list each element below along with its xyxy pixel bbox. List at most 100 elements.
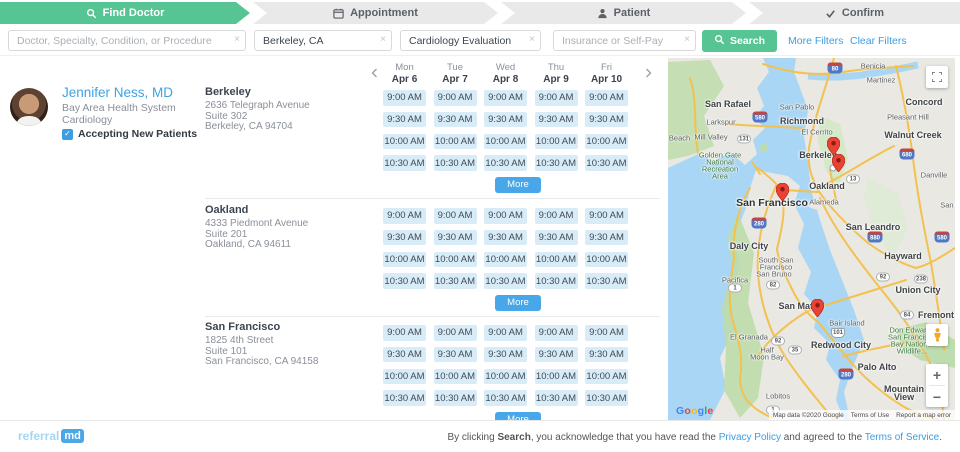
referralmd-logo[interactable]: referral md bbox=[18, 429, 84, 443]
zoom-in-button[interactable]: + bbox=[926, 364, 948, 385]
zoom-out-button[interactable]: − bbox=[926, 386, 948, 407]
time-slot-button[interactable]: 10:00 AM bbox=[585, 134, 628, 150]
time-slot-button[interactable]: 9:30 AM bbox=[434, 230, 477, 246]
time-slot-button[interactable]: 10:30 AM bbox=[434, 273, 477, 289]
disclaimer-text: , you acknowledge that you have read the bbox=[531, 432, 719, 443]
time-slot-button[interactable]: 9:00 AM bbox=[585, 208, 628, 224]
map-pin-4[interactable] bbox=[811, 299, 824, 317]
time-slot-button[interactable]: 10:30 AM bbox=[484, 273, 527, 289]
time-slot-button[interactable]: 10:00 AM bbox=[585, 252, 628, 268]
time-slot-button[interactable]: 9:30 AM bbox=[383, 347, 426, 363]
time-slot-button[interactable]: 9:00 AM bbox=[535, 208, 578, 224]
map-attribution: Map data ©2020 GoogleTerms of UseReport … bbox=[769, 410, 955, 420]
time-slot-button[interactable]: 9:00 AM bbox=[585, 90, 628, 106]
time-slot-button[interactable]: 9:30 AM bbox=[484, 347, 527, 363]
time-slot-button[interactable]: 10:30 AM bbox=[383, 155, 426, 171]
time-slot-button[interactable]: 10:00 AM bbox=[585, 369, 628, 385]
time-slot-button[interactable]: 9:00 AM bbox=[484, 90, 527, 106]
step-appointment[interactable]: Appointment bbox=[253, 2, 498, 24]
time-slot-button[interactable]: 10:30 AM bbox=[535, 390, 578, 406]
procedure-input[interactable] bbox=[400, 30, 541, 51]
time-slot-button[interactable]: 10:30 AM bbox=[484, 390, 527, 406]
time-slot-button[interactable]: 10:00 AM bbox=[434, 369, 477, 385]
time-slot-button[interactable]: 10:00 AM bbox=[383, 252, 426, 268]
time-slot-button[interactable]: 9:00 AM bbox=[535, 90, 578, 106]
pegman-button[interactable] bbox=[926, 324, 948, 346]
time-slot-button[interactable]: 9:30 AM bbox=[535, 112, 578, 128]
time-slot-button[interactable]: 10:30 AM bbox=[585, 390, 628, 406]
time-slot-button[interactable]: 10:30 AM bbox=[383, 273, 426, 289]
more-times-button[interactable]: More bbox=[495, 295, 541, 311]
time-slot-button[interactable]: 9:30 AM bbox=[383, 230, 426, 246]
time-slot-button[interactable]: 9:00 AM bbox=[484, 325, 527, 341]
step-confirm[interactable]: Confirm bbox=[749, 2, 960, 24]
more-filters-link[interactable]: More Filters bbox=[788, 35, 843, 47]
time-slot-button[interactable]: 9:00 AM bbox=[434, 90, 477, 106]
time-slot-button[interactable]: 9:30 AM bbox=[434, 112, 477, 128]
time-slot-button[interactable]: 9:30 AM bbox=[484, 112, 527, 128]
time-slot-button[interactable]: 9:30 AM bbox=[585, 347, 628, 363]
doctor-avatar[interactable] bbox=[10, 88, 48, 126]
clear-filters-link[interactable]: Clear Filters bbox=[850, 35, 907, 47]
time-slot-button[interactable]: 10:00 AM bbox=[383, 369, 426, 385]
time-slot-button[interactable]: 10:00 AM bbox=[484, 369, 527, 385]
time-slot-button[interactable]: 10:00 AM bbox=[434, 134, 477, 150]
time-slot-button[interactable]: 9:00 AM bbox=[484, 208, 527, 224]
time-slot-button[interactable]: 10:00 AM bbox=[383, 134, 426, 150]
time-slot-button[interactable]: 9:30 AM bbox=[535, 347, 578, 363]
time-slot-button[interactable]: 9:00 AM bbox=[383, 325, 426, 341]
time-slot-button[interactable]: 9:30 AM bbox=[585, 112, 628, 128]
time-slot-button[interactable]: 9:00 AM bbox=[434, 325, 477, 341]
time-slot-button[interactable]: 9:30 AM bbox=[535, 230, 578, 246]
time-slot-button[interactable]: 10:00 AM bbox=[484, 134, 527, 150]
time-slot-button[interactable]: 10:00 AM bbox=[535, 134, 578, 150]
location-input[interactable] bbox=[254, 30, 392, 51]
results-map[interactable]: BeniciaMartinezConcordSan RafaelSan Pabl… bbox=[668, 58, 955, 420]
time-slot-button[interactable]: 10:30 AM bbox=[535, 155, 578, 171]
insurance-input[interactable] bbox=[553, 30, 696, 51]
time-slot-button[interactable]: 10:30 AM bbox=[535, 273, 578, 289]
section-divider bbox=[205, 198, 660, 199]
accepting-new-patients-checkbox[interactable]: ✓ Accepting New Patients bbox=[62, 128, 197, 140]
time-slot-button[interactable]: 10:30 AM bbox=[585, 273, 628, 289]
time-slot-button[interactable]: 9:00 AM bbox=[383, 208, 426, 224]
time-slot-button[interactable]: 10:00 AM bbox=[535, 252, 578, 268]
time-slot-button[interactable]: 10:30 AM bbox=[383, 390, 426, 406]
step-patient[interactable]: Patient bbox=[501, 2, 746, 24]
step-find-doctor[interactable]: Find Doctor bbox=[0, 2, 250, 24]
map-pin-2[interactable] bbox=[832, 154, 845, 172]
time-slot-button[interactable]: 10:00 AM bbox=[535, 369, 578, 385]
attribution-link[interactable]: Terms of Use bbox=[851, 412, 889, 419]
clear-location-icon[interactable]: × bbox=[380, 34, 386, 46]
time-slot-button[interactable]: 10:30 AM bbox=[434, 390, 477, 406]
time-slot-button[interactable]: 9:00 AM bbox=[434, 208, 477, 224]
clear-doctor-icon[interactable]: × bbox=[234, 34, 240, 46]
time-slot-button[interactable]: 9:00 AM bbox=[383, 90, 426, 106]
clear-insurance-icon[interactable]: × bbox=[684, 34, 690, 46]
time-slot-button[interactable]: 9:00 AM bbox=[535, 325, 578, 341]
time-slot-button[interactable]: 9:00 AM bbox=[585, 325, 628, 341]
prev-days-icon[interactable] bbox=[369, 67, 381, 79]
time-slot-button[interactable]: 10:00 AM bbox=[484, 252, 527, 268]
attribution-link[interactable]: Report a map error bbox=[896, 412, 951, 419]
time-slot-button[interactable]: 10:00 AM bbox=[434, 252, 477, 268]
more-times-button[interactable]: More bbox=[495, 177, 541, 193]
time-slot-button[interactable]: 10:30 AM bbox=[484, 155, 527, 171]
time-slot-button[interactable]: 9:30 AM bbox=[383, 112, 426, 128]
day-of-week: Wed bbox=[484, 62, 527, 73]
time-slot-button[interactable]: 10:30 AM bbox=[585, 155, 628, 171]
footer-link[interactable]: Terms of Service bbox=[865, 432, 939, 443]
clear-procedure-icon[interactable]: × bbox=[529, 34, 535, 46]
time-slot-button[interactable]: 9:30 AM bbox=[434, 347, 477, 363]
search-button[interactable]: Search bbox=[702, 30, 777, 52]
time-slot-button[interactable]: 10:30 AM bbox=[434, 155, 477, 171]
next-days-icon[interactable] bbox=[642, 67, 654, 79]
fullscreen-button[interactable] bbox=[926, 66, 948, 88]
doctor-search-input[interactable] bbox=[8, 30, 246, 51]
time-slot-button[interactable]: 9:30 AM bbox=[484, 230, 527, 246]
map-pin-3[interactable] bbox=[776, 183, 789, 201]
footer-link[interactable]: Privacy Policy bbox=[719, 432, 781, 443]
map-pin-1[interactable] bbox=[827, 137, 840, 155]
doctor-name-link[interactable]: Jennifer Ness, MD bbox=[62, 85, 173, 100]
time-slot-button[interactable]: 9:30 AM bbox=[585, 230, 628, 246]
